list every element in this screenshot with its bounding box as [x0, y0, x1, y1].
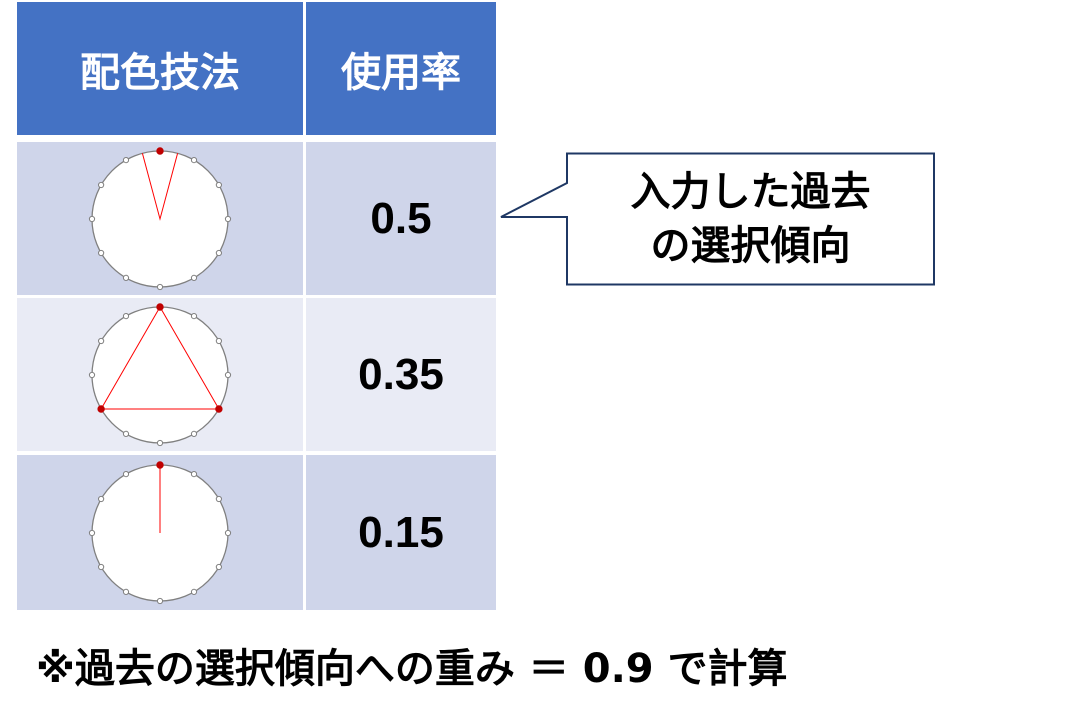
wheel-marker — [224, 371, 232, 378]
wheel-marker — [215, 249, 222, 256]
wheel-marker — [88, 215, 96, 222]
wheel-marker — [98, 563, 105, 570]
wheel-marker — [190, 312, 198, 319]
wheel-marker — [215, 563, 222, 570]
header-usage-rate: 使用率 — [306, 2, 496, 135]
wheel-marker — [190, 156, 198, 163]
wheel-marker-selected — [97, 404, 105, 413]
wheel-marker — [224, 529, 232, 536]
wheel-marker — [88, 371, 96, 378]
header-method-label: 配色技法 — [80, 49, 240, 96]
table-row-1-value: 0.5 — [306, 142, 496, 295]
wheel-marker — [122, 156, 130, 163]
table-row-1-method — [17, 142, 303, 295]
wheel-marker — [156, 597, 164, 604]
header-method: 配色技法 — [17, 2, 303, 135]
wheel-marker — [190, 274, 198, 281]
footnote: ※過去の選択傾向への重み ＝ 0.9 で計算 — [36, 646, 788, 692]
wheel-marker — [88, 529, 96, 536]
wheel-marker — [156, 283, 164, 290]
callout-text: 入力した過去 の選択傾向 — [567, 153, 934, 284]
analogous-color-wheel-icon — [88, 146, 232, 290]
wheel-marker — [215, 495, 222, 502]
wheel-marker — [122, 470, 130, 477]
wheel-marker-selected — [156, 146, 164, 155]
wheel-marker — [122, 312, 130, 319]
wheel-marker — [190, 588, 198, 595]
usage-rate-value: 0.5 — [370, 193, 432, 243]
wheel-marker-selected — [215, 404, 223, 413]
table-row-3-value: 0.15 — [306, 455, 496, 610]
wheel-marker-selected — [156, 460, 164, 469]
wheel-marker — [98, 181, 105, 188]
wheel-marker — [98, 495, 105, 502]
wheel-marker — [190, 470, 198, 477]
usage-rate-value: 0.35 — [358, 349, 444, 399]
wheel-outline — [91, 305, 229, 444]
wheel-marker-selected — [156, 302, 164, 311]
wheel-marker — [224, 215, 232, 222]
wheel-marker — [215, 337, 222, 344]
wheel-marker — [215, 181, 222, 188]
callout-line-2: の選択傾向 — [650, 222, 851, 269]
wheel-marker — [98, 337, 105, 344]
table-row-2-method — [17, 298, 303, 451]
wheel-marker — [122, 274, 130, 281]
wheel-marker — [190, 430, 198, 437]
monochrome-color-wheel-icon — [88, 460, 232, 604]
wheel-marker — [122, 430, 130, 437]
usage-rate-value: 0.15 — [358, 507, 444, 557]
callout-line-1: 入力した過去 — [630, 168, 871, 215]
table-row-3-method — [17, 455, 303, 610]
triad-color-wheel-icon — [88, 302, 232, 446]
table-row-2-value: 0.35 — [306, 298, 496, 451]
wheel-marker — [98, 249, 105, 256]
wheel-marker — [156, 439, 164, 446]
header-usage-rate-label: 使用率 — [341, 49, 461, 96]
wheel-marker — [122, 588, 130, 595]
